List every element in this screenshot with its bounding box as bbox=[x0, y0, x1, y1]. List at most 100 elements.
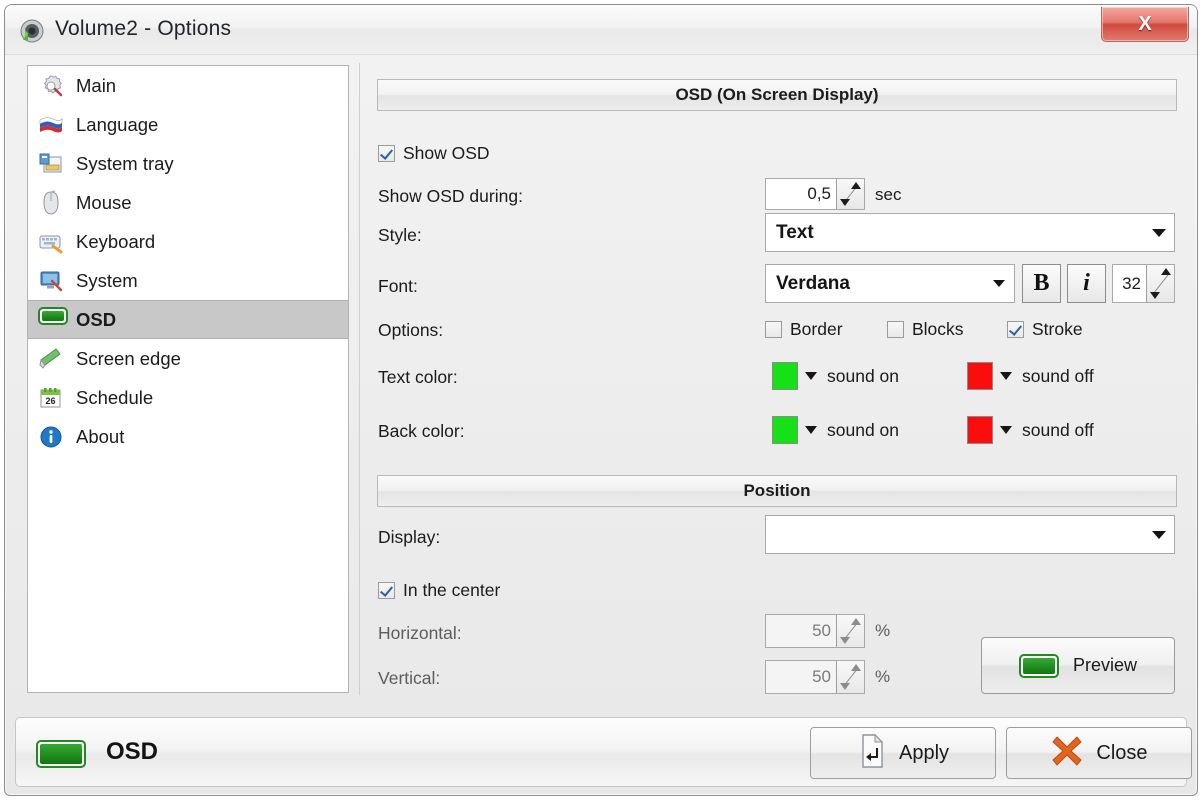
osd-green-icon bbox=[36, 740, 86, 768]
sidebar-item-about[interactable]: About bbox=[28, 417, 348, 456]
spinner-arrows[interactable] bbox=[836, 661, 864, 693]
back-color-off-picker[interactable]: sound off bbox=[967, 416, 1094, 444]
flag-icon bbox=[38, 112, 64, 138]
vertical-spinner[interactable]: 50 bbox=[765, 660, 865, 694]
back-color-on-picker[interactable]: sound on bbox=[772, 416, 899, 444]
color-swatch-red[interactable] bbox=[967, 362, 993, 390]
text-color-off-picker[interactable]: sound off bbox=[967, 362, 1094, 390]
display-combobox[interactable] bbox=[765, 515, 1175, 554]
chevron-down-icon[interactable] bbox=[1000, 426, 1012, 434]
font-size-spinner[interactable]: 32 bbox=[1112, 264, 1175, 303]
text-color-label: Text color: bbox=[378, 367, 458, 387]
vertical-value: 50 bbox=[812, 667, 831, 686]
close-button[interactable]: Close bbox=[1006, 727, 1192, 779]
sidebar-item-system[interactable]: System bbox=[28, 261, 348, 300]
font-size-value: 32 bbox=[1122, 273, 1141, 293]
sidebar-item-screen-edge[interactable]: Screen edge bbox=[28, 339, 348, 378]
preview-label: Preview bbox=[1072, 655, 1138, 675]
horizontal-value: 50 bbox=[812, 621, 831, 640]
keyboard-icon bbox=[38, 229, 64, 255]
sidebar-item-label: System bbox=[76, 269, 138, 291]
checkbox-box bbox=[378, 582, 395, 599]
font-bold-button[interactable]: B bbox=[1022, 264, 1061, 303]
x-cross-icon bbox=[1050, 734, 1084, 773]
sidebar-item-label: About bbox=[76, 425, 125, 447]
checkbox-label: Show OSD bbox=[403, 143, 490, 163]
spinner-arrows[interactable] bbox=[836, 179, 864, 209]
chevron-down-icon[interactable] bbox=[1144, 530, 1174, 539]
duration-label: Show OSD during: bbox=[378, 186, 523, 206]
svg-text:26: 26 bbox=[45, 396, 55, 406]
duration-value: 0,5 bbox=[807, 184, 831, 203]
color-swatch-green[interactable] bbox=[772, 362, 798, 390]
sidebar-item-main[interactable]: Main bbox=[28, 66, 348, 105]
info-icon bbox=[38, 424, 64, 450]
settings-sidebar[interactable]: Main Language System tray Mouse Keyboard… bbox=[27, 65, 349, 693]
apply-button[interactable]: Apply bbox=[810, 727, 996, 779]
sidebar-item-language[interactable]: Language bbox=[28, 105, 348, 144]
in-center-checkbox[interactable]: In the center bbox=[378, 580, 500, 601]
font-combobox[interactable]: Verdana bbox=[765, 264, 1015, 303]
sidebar-item-label: Screen edge bbox=[76, 347, 181, 369]
osd-icon bbox=[38, 306, 68, 333]
text-color-on-label: sound on bbox=[827, 365, 900, 386]
checkbox-label: Border bbox=[790, 319, 843, 339]
spinner-arrows[interactable] bbox=[1146, 265, 1174, 302]
duration-spinner[interactable]: 0,5 bbox=[765, 178, 865, 210]
panel-divider bbox=[359, 63, 360, 695]
status-label: OSD bbox=[106, 738, 159, 765]
sidebar-item-osd[interactable]: OSD bbox=[28, 300, 348, 339]
horizontal-label: Horizontal: bbox=[378, 623, 462, 643]
sidebar-item-schedule[interactable]: 26 Schedule bbox=[28, 378, 348, 417]
horizontal-spinner[interactable]: 50 bbox=[765, 614, 865, 648]
osd-green-icon bbox=[1018, 653, 1059, 678]
sidebar-item-label: Mouse bbox=[76, 191, 132, 213]
volume-speaker-icon bbox=[19, 18, 45, 44]
show-osd-checkbox[interactable]: Show OSD bbox=[378, 143, 490, 164]
duration-unit: sec bbox=[875, 185, 902, 204]
sidebar-item-label: Language bbox=[76, 113, 159, 135]
style-combobox[interactable]: Text bbox=[765, 213, 1175, 252]
text-color-off-label: sound off bbox=[1022, 365, 1094, 386]
chevron-down-icon[interactable] bbox=[984, 280, 1014, 287]
options-label: Options: bbox=[378, 320, 444, 340]
color-swatch-red[interactable] bbox=[967, 416, 993, 444]
window-title: Volume2 - Options bbox=[55, 17, 232, 40]
mouse-icon bbox=[38, 190, 64, 216]
chevron-down-icon[interactable] bbox=[1000, 372, 1012, 380]
system-tray-icon bbox=[38, 151, 64, 177]
sidebar-item-label: Schedule bbox=[76, 386, 154, 408]
spinner-arrows[interactable] bbox=[836, 615, 864, 647]
option-stroke-checkbox[interactable]: Stroke bbox=[1007, 319, 1083, 340]
checkbox-label: In the center bbox=[403, 580, 501, 600]
style-label: Style: bbox=[378, 225, 422, 245]
font-label: Font: bbox=[378, 276, 418, 296]
checkbox-box bbox=[1007, 321, 1024, 338]
font-italic-button[interactable]: i bbox=[1067, 264, 1106, 303]
text-color-on-picker[interactable]: sound on bbox=[772, 362, 899, 390]
vertical-unit: % bbox=[875, 667, 891, 686]
chevron-down-icon[interactable] bbox=[805, 426, 817, 434]
vertical-label: Vertical: bbox=[378, 668, 441, 688]
chevron-down-icon[interactable] bbox=[1144, 228, 1174, 237]
bottom-bar: OSD Apply Close bbox=[15, 717, 1192, 787]
sidebar-item-mouse[interactable]: Mouse bbox=[28, 183, 348, 222]
color-swatch-green[interactable] bbox=[772, 416, 798, 444]
option-border-checkbox[interactable]: Border bbox=[765, 319, 843, 340]
window-close-button[interactable]: X bbox=[1101, 7, 1189, 42]
sidebar-item-system-tray[interactable]: System tray bbox=[28, 144, 348, 183]
enter-key-icon bbox=[857, 733, 887, 774]
gear-icon bbox=[38, 73, 64, 99]
preview-button[interactable]: Preview bbox=[981, 637, 1175, 694]
style-value: Text bbox=[776, 221, 814, 243]
checkbox-label: Blocks bbox=[912, 319, 964, 339]
back-color-off-label: sound off bbox=[1022, 419, 1094, 440]
osd-section-header: OSD (On Screen Display) bbox=[377, 79, 1177, 111]
option-blocks-checkbox[interactable]: Blocks bbox=[887, 319, 964, 340]
checkbox-box bbox=[765, 321, 782, 338]
checkbox-box bbox=[378, 145, 395, 162]
window-content: Main Language System tray Mouse Keyboard… bbox=[5, 55, 1197, 795]
chevron-down-icon[interactable] bbox=[805, 372, 817, 380]
sidebar-item-keyboard[interactable]: Keyboard bbox=[28, 222, 348, 261]
sidebar-item-label: OSD bbox=[76, 308, 117, 330]
